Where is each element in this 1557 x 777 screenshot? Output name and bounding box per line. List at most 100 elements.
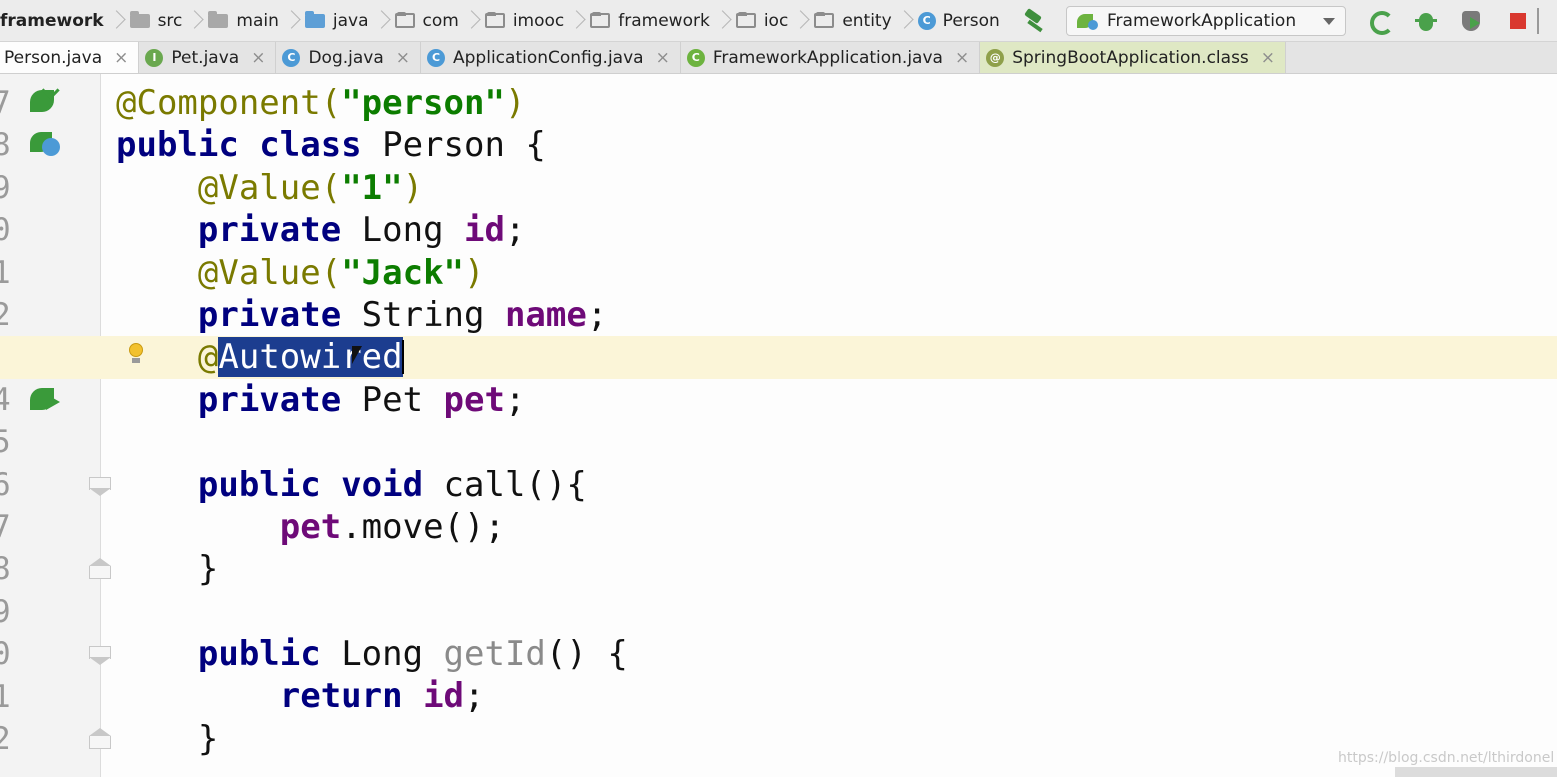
- close-tab-icon[interactable]: ×: [396, 48, 410, 68]
- code-token: public void: [197, 464, 444, 505]
- editor-tab[interactable]: C Dog.java ×: [276, 42, 422, 73]
- code-text[interactable]: @Value("Jack"): [116, 252, 485, 294]
- code-text[interactable]: }: [116, 718, 218, 760]
- editor-tab[interactable]: @ SpringBootApplication.class ×: [980, 42, 1287, 73]
- breadcrumb-item[interactable]: imooc: [484, 0, 565, 42]
- code-line[interactable]: private Long id;: [0, 209, 1557, 251]
- code-token: ;: [464, 676, 485, 717]
- breadcrumb-label: framework: [618, 10, 710, 31]
- code-lines[interactable]: @Component("person") public class Person …: [0, 82, 1557, 760]
- build-hammer-icon[interactable]: [1022, 8, 1048, 34]
- editor-tab[interactable]: C FrameworkApplication.java ×: [681, 42, 981, 73]
- breadcrumb-item[interactable]: ioc: [735, 0, 789, 42]
- run-configuration-dropdown[interactable]: FrameworkApplication: [1066, 6, 1346, 36]
- breadcrumb-item[interactable]: entity: [814, 0, 892, 42]
- code-editor[interactable]: 7890123456789012 @Component("person")pub…: [0, 74, 1557, 777]
- code-line[interactable]: public void call(){: [0, 464, 1557, 506]
- code-text[interactable]: @Component("person"): [116, 82, 525, 124]
- code-text[interactable]: return id;: [116, 675, 485, 717]
- code-text[interactable]: private Pet pet;: [116, 379, 526, 421]
- fold-close-icon[interactable]: [89, 728, 111, 749]
- rerun-icon[interactable]: [1368, 9, 1394, 35]
- code-text[interactable]: public Long getId() {: [116, 633, 628, 675]
- code-line[interactable]: @Value("Jack"): [0, 252, 1557, 294]
- breadcrumb-label: main: [236, 10, 279, 31]
- breadcrumb-item[interactable]: framework: [590, 0, 710, 42]
- class-icon: C: [917, 11, 936, 30]
- code-line[interactable]: private String name;: [0, 294, 1557, 336]
- lightbulb-icon[interactable]: [128, 343, 144, 365]
- breadcrumb-label: imooc: [512, 10, 565, 31]
- close-tab-icon[interactable]: ×: [955, 48, 969, 68]
- tab-label: ApplicationConfig.java: [453, 47, 644, 68]
- code-text[interactable]: public void call(){: [116, 464, 587, 506]
- breadcrumb-label: ioc: [763, 10, 789, 31]
- breadcrumb-item[interactable]: com: [394, 0, 459, 42]
- code-line[interactable]: @Value("1"): [0, 167, 1557, 209]
- editor-tab[interactable]: I Pet.java ×: [139, 42, 277, 73]
- debug-icon[interactable]: [1414, 9, 1438, 33]
- breadcrumb-item[interactable]: framework: [0, 0, 104, 42]
- breadcrumb-label: entity: [842, 10, 892, 31]
- current-code-line[interactable]: @Autowired: [0, 336, 1557, 379]
- code-line[interactable]: [0, 591, 1557, 633]
- spring-component-icon[interactable]: [28, 86, 62, 116]
- code-text[interactable]: pet.move();: [116, 506, 505, 548]
- code-token: .move();: [341, 506, 505, 547]
- code-line[interactable]: private Pet pet;: [0, 379, 1557, 421]
- code-line[interactable]: public Long getId() {: [0, 633, 1557, 675]
- code-line[interactable]: public class Person {: [0, 124, 1557, 166]
- code-token: pet: [279, 506, 342, 547]
- code-text[interactable]: }: [116, 548, 218, 590]
- code-text[interactable]: public class Person {: [116, 124, 546, 166]
- code-line[interactable]: }: [0, 548, 1557, 590]
- close-tab-icon[interactable]: ×: [114, 48, 128, 68]
- code-line[interactable]: return id;: [0, 675, 1557, 717]
- tab-label: Person.java: [4, 47, 103, 68]
- breadcrumb-item[interactable]: main: [208, 0, 279, 42]
- code-text[interactable]: private Long id;: [116, 209, 526, 251]
- breadcrumb-item[interactable]: java: [304, 0, 369, 42]
- package-icon: [484, 12, 505, 28]
- code-token: private: [197, 379, 362, 420]
- chevron-down-icon: [1323, 17, 1335, 25]
- code-line[interactable]: pet.move();: [0, 506, 1557, 548]
- breadcrumb-item[interactable]: src: [129, 0, 182, 42]
- close-tab-icon[interactable]: ×: [1261, 48, 1275, 68]
- close-tab-icon[interactable]: ×: [251, 48, 265, 68]
- chevron-right-icon: [375, 0, 389, 42]
- close-tab-icon[interactable]: ×: [656, 48, 670, 68]
- breadcrumb-item[interactable]: C Person: [917, 0, 1000, 42]
- stop-icon[interactable]: [1506, 9, 1530, 33]
- code-line[interactable]: [0, 421, 1557, 463]
- code-text[interactable]: @Value("1"): [116, 167, 423, 209]
- chevron-right-icon: [716, 0, 730, 42]
- tab-label: SpringBootApplication.class: [1012, 47, 1249, 68]
- code-token: "Jack": [341, 252, 465, 293]
- code-line[interactable]: @Component("person"): [0, 82, 1557, 124]
- code-token: Pet: [361, 379, 444, 420]
- code-line[interactable]: }: [0, 718, 1557, 760]
- navigation-toolbar: framework src main java com imooc framework ioc…: [0, 0, 1557, 42]
- fold-open-icon[interactable]: [89, 646, 111, 666]
- spring-bean-class-icon[interactable]: [28, 128, 62, 158]
- source-folder-icon: [304, 10, 325, 28]
- run-configuration-label: FrameworkApplication: [1107, 11, 1297, 31]
- code-text[interactable]: private String name;: [116, 294, 607, 336]
- breadcrumb-label: framework: [0, 10, 104, 31]
- autowired-dependency-icon[interactable]: [28, 384, 62, 414]
- run-with-coverage-icon[interactable]: [1460, 9, 1484, 33]
- chevron-right-icon: [285, 0, 299, 42]
- interface-icon: I: [145, 48, 164, 67]
- fold-open-icon[interactable]: [89, 477, 111, 497]
- fold-close-icon[interactable]: [89, 558, 111, 579]
- toolbar-divider: [1537, 8, 1539, 34]
- tab-label: Pet.java: [171, 47, 240, 68]
- chevron-right-icon: [110, 0, 124, 42]
- editor-tab[interactable]: C ApplicationConfig.java ×: [421, 42, 681, 73]
- editor-tab[interactable]: Person.java ×: [0, 42, 140, 73]
